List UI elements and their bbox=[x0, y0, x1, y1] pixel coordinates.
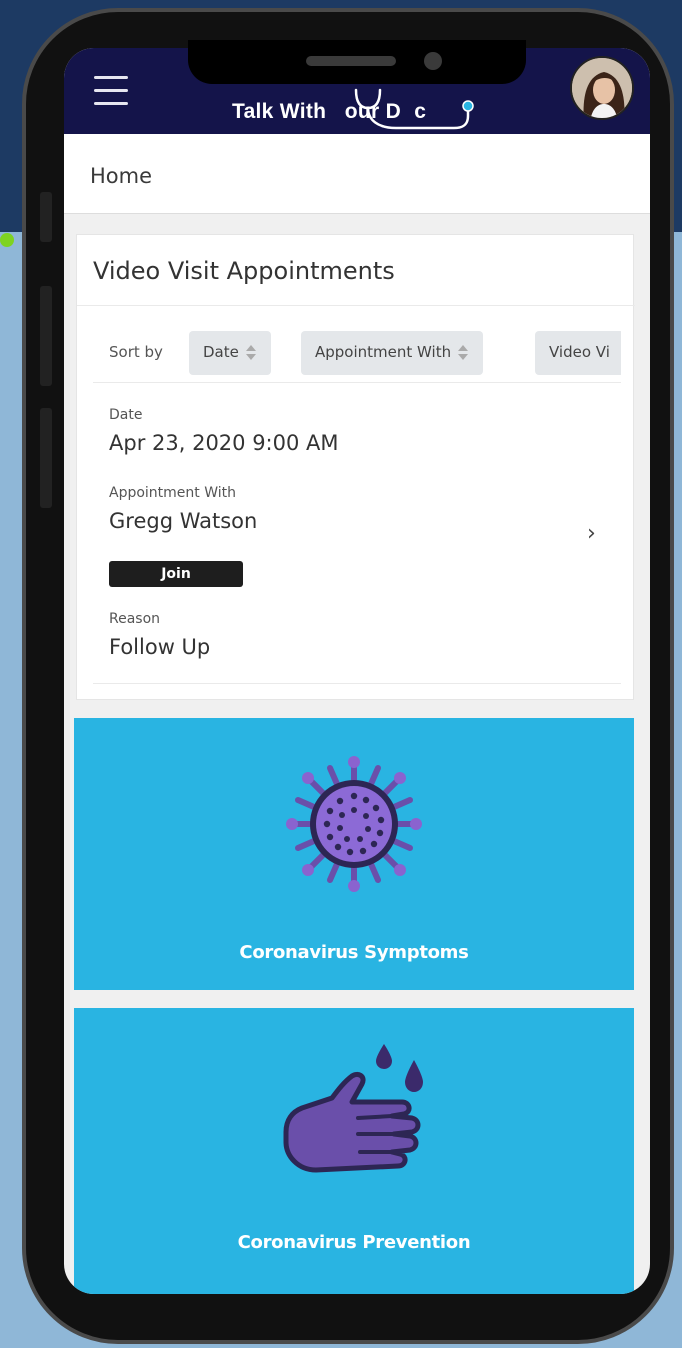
phone-volume-down-button bbox=[40, 408, 52, 508]
sort-by-date-button[interactable]: Date bbox=[189, 331, 271, 375]
app-screen: Talk With Your Doc Y Home Video Visit Ap… bbox=[64, 48, 650, 1294]
coronavirus-prevention-tile[interactable]: Coronavirus Prevention bbox=[74, 1008, 634, 1280]
stethoscope-icon: Y bbox=[354, 88, 474, 130]
sort-by-appointment-with-button[interactable]: Appointment With bbox=[301, 331, 484, 375]
phone-side-button bbox=[40, 192, 52, 242]
join-button[interactable]: Join bbox=[109, 561, 243, 587]
appointment-with-value: Gregg Watson bbox=[109, 509, 258, 533]
hamburger-icon[interactable] bbox=[94, 76, 128, 106]
sort-by-video-visit-button[interactable]: Video Vi bbox=[535, 331, 621, 375]
divider bbox=[77, 305, 635, 306]
card-title: Video Visit Appointments bbox=[93, 257, 395, 285]
breadcrumb: Home bbox=[64, 134, 650, 214]
appointment-with-label: Appointment With bbox=[109, 485, 237, 501]
tile-label: Coronavirus Symptoms bbox=[239, 942, 469, 963]
reason-value: Follow Up bbox=[109, 635, 211, 659]
phone-volume-up-button bbox=[40, 286, 52, 386]
next-tile-peek bbox=[74, 1280, 634, 1294]
divider bbox=[93, 683, 621, 684]
speaker-grille bbox=[306, 56, 396, 66]
chevron-right-icon[interactable]: › bbox=[587, 521, 596, 546]
coronavirus-symptoms-tile[interactable]: Coronavirus Symptoms bbox=[74, 718, 634, 990]
user-avatar[interactable] bbox=[570, 56, 634, 120]
tile-label: Coronavirus Prevention bbox=[237, 1232, 471, 1253]
date-label: Date bbox=[109, 407, 143, 423]
camera-icon bbox=[424, 52, 442, 70]
sort-arrows-icon bbox=[245, 344, 257, 362]
sort-label: Sort by bbox=[109, 343, 163, 361]
status-dot bbox=[0, 233, 14, 247]
date-value: Apr 23, 2020 9:00 AM bbox=[109, 431, 339, 455]
reason-label: Reason bbox=[109, 611, 161, 627]
phone-notch bbox=[188, 40, 526, 84]
hand-wash-icon bbox=[283, 1044, 423, 1173]
sort-arrows-icon bbox=[457, 344, 469, 362]
virus-icon bbox=[286, 756, 422, 892]
breadcrumb-home[interactable]: Home bbox=[90, 164, 152, 188]
appointments-card: Video Visit Appointments Sort by Date Ap… bbox=[76, 234, 635, 700]
sort-bar: Sort by Date Appointment With Video Vi bbox=[93, 327, 621, 383]
